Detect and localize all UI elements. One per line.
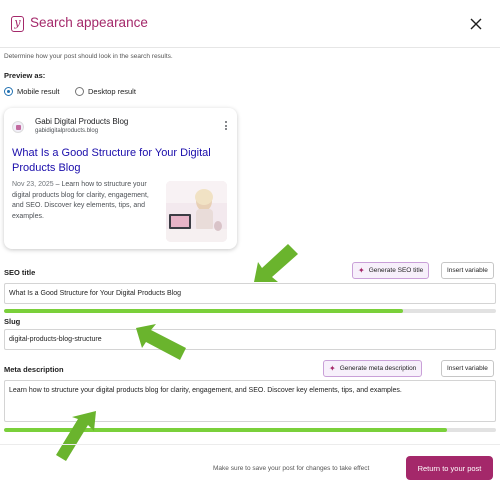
serp-thumbnail [166, 181, 227, 242]
modal-description: Determine how your post should look in t… [4, 53, 173, 60]
footer-divider [0, 444, 500, 445]
insert-variable-label-title: Insert variable [447, 267, 488, 274]
seo-title-label: SEO title [4, 268, 36, 277]
insert-variable-button-meta[interactable]: Insert variable [441, 360, 494, 377]
generate-seo-title-label: Generate SEO title [368, 267, 424, 274]
insert-variable-label-meta: Insert variable [447, 365, 488, 372]
modal-header: y Search appearance [0, 0, 500, 48]
serp-description: Nov 23, 2025 – Learn how to structure yo… [12, 180, 160, 222]
close-button[interactable] [466, 14, 486, 34]
sparkle-icon: ✦ [329, 364, 336, 373]
return-to-post-button[interactable]: Return to your post [406, 456, 493, 480]
mobile-result-label: Mobile result [17, 87, 60, 96]
slug-label: Slug [4, 317, 21, 326]
meta-description-label: Meta description [4, 365, 64, 374]
desktop-radio[interactable] [75, 87, 84, 96]
desktop-result-option[interactable]: Desktop result [75, 87, 136, 96]
footer-note: Make sure to save your post for changes … [213, 465, 370, 472]
green-arrow-icon [56, 411, 96, 461]
sparkle-icon: ✦ [358, 266, 365, 275]
mobile-result-option[interactable]: Mobile result [4, 87, 60, 96]
preview-as-label: Preview as: [4, 71, 46, 80]
thumbnail-image [166, 181, 227, 242]
generate-meta-description-label: Generate meta description [339, 365, 417, 372]
kebab-menu-icon[interactable] [223, 121, 229, 133]
insert-variable-button-title[interactable]: Insert variable [441, 262, 494, 279]
close-icon [470, 18, 482, 30]
desktop-result-label: Desktop result [88, 87, 136, 96]
serp-date: Nov 23, 2025 [12, 181, 54, 188]
mobile-radio[interactable] [4, 87, 13, 96]
seo-title-progress-fill [4, 309, 403, 313]
site-favicon [12, 121, 24, 133]
slug-input[interactable]: digital-products-blog-structure [4, 329, 496, 350]
generate-meta-description-button[interactable]: ✦ Generate meta description [323, 360, 423, 377]
serp-site-url: gabidigitalproducts.blog [35, 128, 99, 134]
serp-title[interactable]: What Is a Good Structure for Your Digita… [12, 146, 232, 176]
green-arrow-icon [136, 324, 186, 360]
generate-seo-title-button[interactable]: ✦ Generate SEO title [352, 262, 430, 279]
modal-title: Search appearance [30, 15, 148, 30]
green-arrow-icon [254, 244, 298, 282]
serp-site-name: Gabi Digital Products Blog [35, 117, 129, 126]
seo-title-progress [4, 309, 496, 313]
yoast-logo-icon: y [11, 16, 24, 32]
